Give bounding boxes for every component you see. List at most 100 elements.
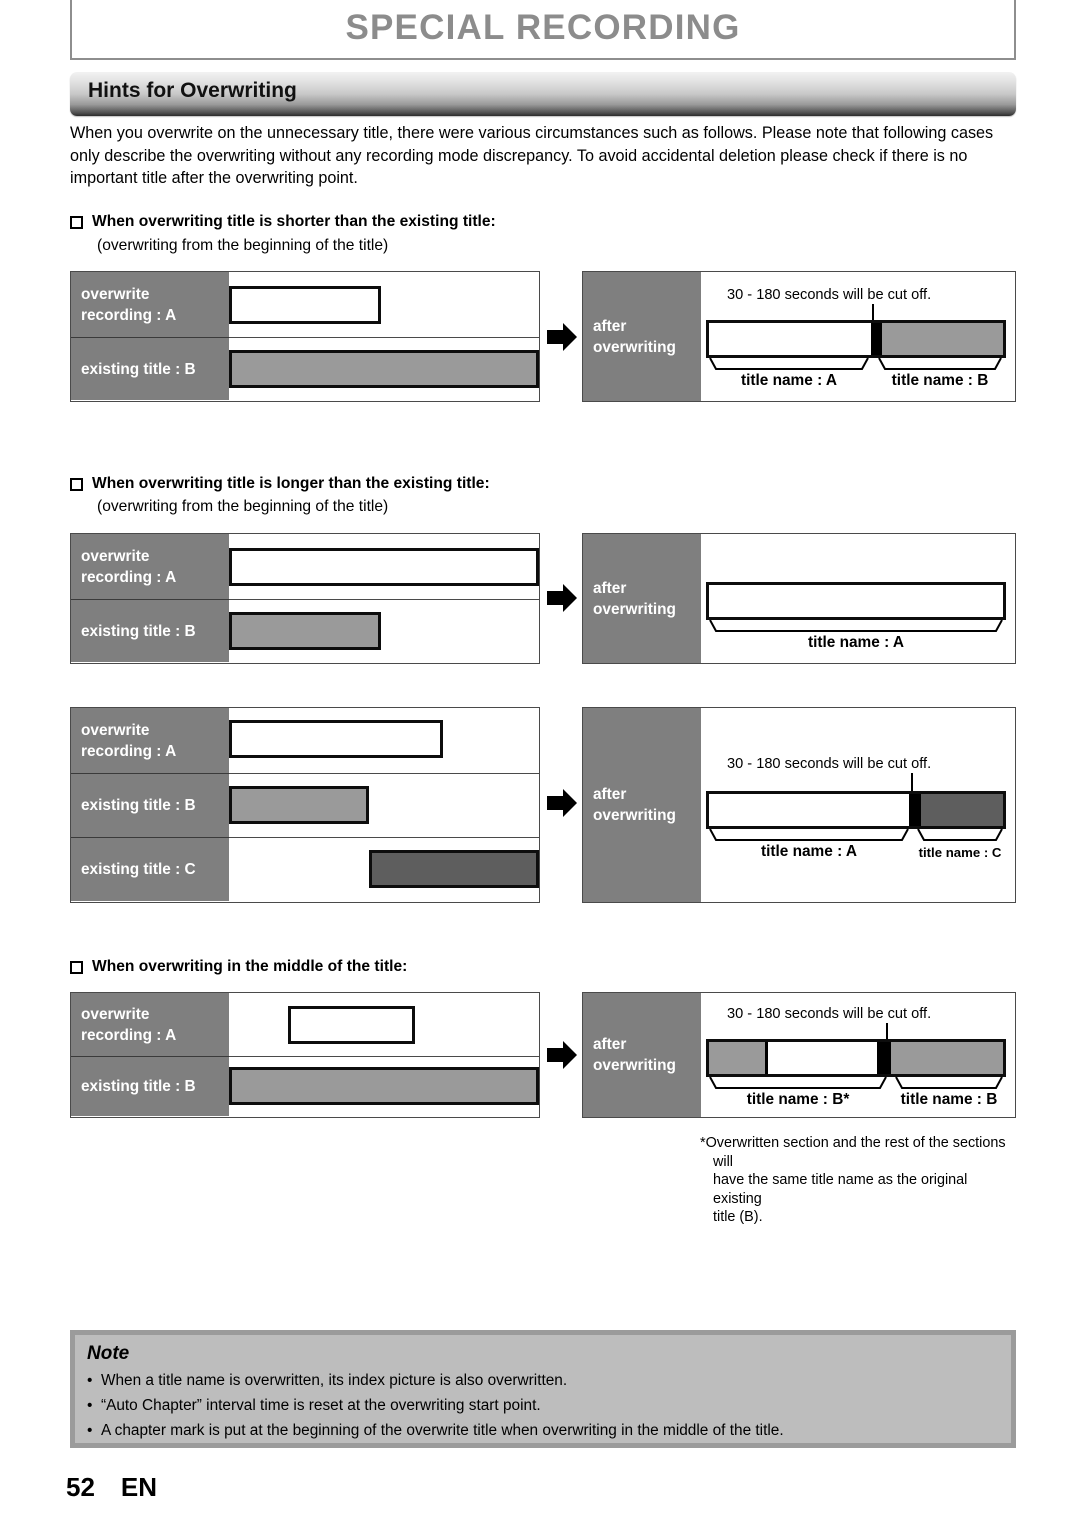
brace-title-b-1	[878, 357, 1002, 371]
case-heading-text: When overwriting in the middle of the ti…	[92, 958, 408, 975]
track-existing-b	[229, 338, 539, 400]
bar-overwrite-a	[229, 720, 443, 758]
note-list: When a title name is overwritten, its in…	[87, 1368, 999, 1443]
brace-title-a-2	[709, 619, 1003, 633]
bar-existing-b	[229, 350, 539, 388]
label-overwrite-recording-a: overwrite recording : A	[71, 708, 229, 774]
diagram-case3-after: after overwriting 30 - 180 seconds will …	[582, 707, 1016, 903]
label-existing-title-b: existing title : B	[71, 600, 229, 662]
bar-overwrite-a	[229, 286, 381, 324]
cut-pointer-line-3	[911, 773, 913, 793]
result-label-title-a-1: title name : A	[740, 372, 838, 389]
result-label-title-a-2: title name : A	[807, 634, 905, 651]
bar-existing-b	[229, 1067, 539, 1105]
case-heading-longer: When overwriting title is longer than th…	[70, 474, 870, 494]
label-overwrite-recording-a: overwrite recording : A	[71, 272, 229, 338]
cut-off-note-3: 30 - 180 seconds will be cut off.	[727, 756, 932, 772]
case-heading-text: When overwriting title is shorter than t…	[92, 213, 496, 230]
brace-title-a-3	[709, 828, 909, 842]
label-existing-title-b: existing title : B	[71, 1057, 229, 1116]
diagram-case1-after: after overwriting 30 - 180 seconds will …	[582, 271, 1016, 402]
result-label-title-b-4: title name : B	[900, 1091, 998, 1108]
bar-overwrite-a	[229, 548, 539, 586]
label-after-overwriting-3: after overwriting	[583, 708, 701, 902]
manual-page: SPECIAL RECORDING Hints for Overwriting …	[0, 0, 1080, 1526]
result-label-title-b-star-4: title name : B*	[746, 1091, 850, 1108]
label-after-overwriting-4: after overwriting	[583, 993, 701, 1117]
case-heading-middle: When overwriting in the middle of the ti…	[70, 957, 870, 977]
asterisk-footnote: *Overwritten section and the rest of the…	[700, 1134, 1020, 1227]
bar-existing-c	[368, 850, 539, 888]
chapter-title-box: SPECIAL RECORDING	[70, 0, 1016, 60]
brace-title-b-4	[895, 1076, 1003, 1090]
footnote-line-2: have the same title name as the original…	[713, 1172, 968, 1207]
diagram-case3-before: overwrite recording : A existing title :…	[70, 707, 540, 903]
checkbox-icon	[70, 216, 83, 229]
result-seg-title-a	[709, 585, 1003, 617]
result-body-3: 30 - 180 seconds will be cut off. title …	[701, 708, 1015, 902]
page-footer: 52 EN	[66, 1472, 157, 1503]
footnote-line-3: title (B).	[713, 1209, 763, 1225]
diagram-case4-after: after overwriting 30 - 180 seconds will …	[582, 992, 1016, 1118]
case-subtitle-shorter: (overwriting from the beginning of the t…	[97, 237, 389, 254]
arrow-right-icon	[545, 1038, 579, 1072]
label-existing-title-b: existing title : B	[71, 338, 229, 400]
label-overwrite-recording-a: overwrite recording : A	[71, 534, 229, 600]
result-body-1: 30 - 180 seconds will be cut off. title …	[701, 272, 1015, 401]
result-seg-title-a	[709, 794, 909, 826]
result-seg-title-b-pre	[709, 1042, 765, 1074]
result-seg-cut	[908, 794, 921, 826]
arrow-right-icon	[545, 581, 579, 615]
label-overwrite-recording-a: overwrite recording : A	[71, 993, 229, 1057]
track-existing-c	[229, 838, 539, 901]
bar-existing-b	[229, 786, 369, 824]
footnote-line-1: *Overwritten section and the rest of the…	[700, 1135, 1006, 1170]
intro-paragraph: When you overwrite on the unnecessary ti…	[70, 124, 994, 187]
track-existing-b	[229, 600, 539, 662]
result-bar-1	[706, 320, 1006, 358]
result-body-4: 30 - 180 seconds will be cut off. title …	[701, 993, 1015, 1117]
result-label-title-b-1: title name : B	[891, 372, 989, 389]
track-overwrite-a	[229, 708, 539, 774]
diagram-case2-after: after overwriting title name : A	[582, 533, 1016, 664]
cut-off-note-4: 30 - 180 seconds will be cut off.	[727, 1006, 932, 1022]
checkbox-icon	[70, 961, 83, 974]
track-overwrite-a	[229, 993, 539, 1057]
diagram-track-column	[229, 272, 539, 401]
diagram-case1-before: overwrite recording : A existing title :…	[70, 271, 540, 402]
case-heading-shorter: When overwriting title is shorter than t…	[70, 212, 870, 232]
track-overwrite-a	[229, 534, 539, 600]
note-list-item: When a title name is overwritten, its in…	[87, 1368, 999, 1393]
result-bar-4	[706, 1039, 1006, 1077]
result-label-title-c-3: title name : C	[918, 845, 1002, 860]
checkbox-icon	[70, 478, 83, 491]
result-seg-cut	[876, 1042, 892, 1074]
arrow-right-icon	[545, 786, 579, 820]
diagram-label-column: overwrite recording : A existing title :…	[71, 993, 229, 1117]
result-seg-title-b	[882, 323, 1003, 355]
diagram-track-column	[229, 708, 539, 902]
arrow-right-icon	[545, 320, 579, 354]
track-existing-b	[229, 774, 539, 838]
bar-overwrite-a	[287, 1006, 415, 1044]
label-after-overwriting-2: after overwriting	[583, 534, 701, 663]
track-existing-b	[229, 1057, 539, 1116]
result-seg-title-c	[920, 794, 1003, 826]
label-existing-title-b: existing title : B	[71, 774, 229, 838]
label-after-overwriting-1: after overwriting	[583, 272, 701, 401]
result-seg-title-a	[709, 323, 871, 355]
result-seg-cut	[870, 323, 883, 355]
section-title: Hints for Overwriting	[88, 79, 297, 102]
section-header-bar: Hints for Overwriting	[70, 72, 1016, 116]
diagram-label-column: overwrite recording : A existing title :…	[71, 272, 229, 401]
result-bar-3	[706, 791, 1006, 829]
diagram-track-column	[229, 534, 539, 663]
note-box: Note When a title name is overwritten, i…	[70, 1330, 1016, 1448]
result-seg-overwritten-a	[764, 1042, 877, 1074]
bar-existing-b	[229, 612, 381, 650]
diagram-track-column	[229, 993, 539, 1117]
label-existing-title-c: existing title : C	[71, 838, 229, 901]
diagram-label-column: overwrite recording : A existing title :…	[71, 534, 229, 663]
note-list-item: “Auto Chapter” interval time is reset at…	[87, 1393, 999, 1418]
result-bar-2	[706, 582, 1006, 620]
